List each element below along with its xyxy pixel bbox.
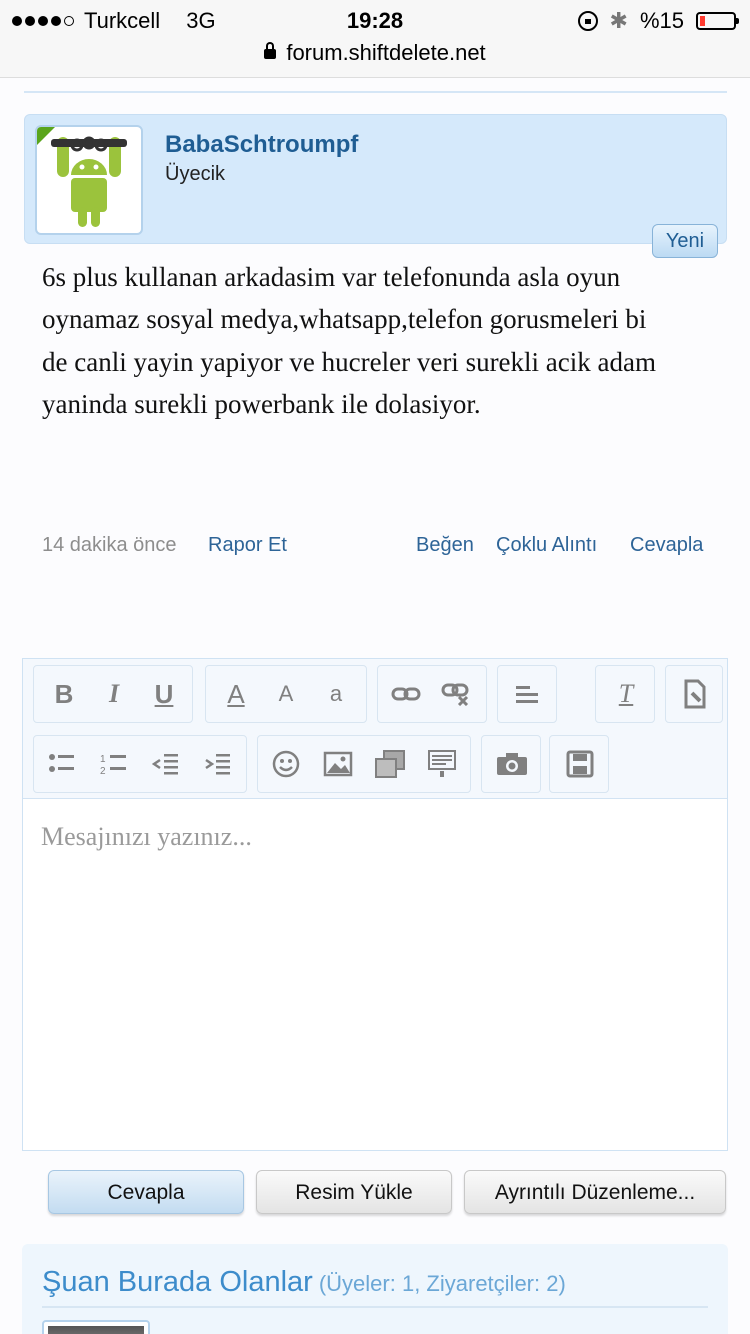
rotation-lock-icon — [577, 11, 598, 31]
post-time: 14 dakika önce — [42, 534, 177, 556]
bold-button[interactable]: B — [42, 666, 86, 722]
svg-text:2: 2 — [100, 766, 106, 776]
save-group — [549, 735, 609, 793]
camera-group — [481, 735, 541, 793]
reply-link[interactable]: Cevapla — [630, 534, 703, 557]
online-counts: (Üyeler: 1, Ziyaretçiler: 2) — [318, 1271, 566, 1296]
upload-image-button[interactable]: Resim Yükle — [256, 1170, 452, 1214]
remove-format-button[interactable]: T — [604, 666, 648, 722]
url-bar[interactable]: forum.shiftdelete.net — [0, 40, 750, 78]
source-icon[interactable] — [673, 666, 717, 722]
avatar-corner-ribbon — [37, 127, 57, 147]
font-color-button[interactable]: A — [214, 666, 258, 722]
link-group — [377, 665, 487, 723]
bullet-list-icon[interactable] — [40, 736, 84, 792]
post-username[interactable]: BabaSchtroumpf — [165, 131, 358, 159]
italic-button[interactable]: I — [92, 666, 136, 722]
user-title: Üyecik — [165, 163, 226, 185]
battery-percent: %15 — [639, 8, 684, 33]
report-link[interactable]: Rapor Et — [208, 534, 287, 557]
post-message: 6s plus kullanan arkadasim var telefonun… — [42, 262, 656, 419]
svg-text:1: 1 — [100, 754, 106, 765]
new-badge: Yeni — [652, 224, 718, 258]
avatar[interactable] — [35, 125, 143, 235]
secure-lock-icon — [264, 42, 277, 59]
remove-format-group: T — [595, 665, 655, 723]
align-left-icon[interactable] — [506, 666, 550, 722]
url-text[interactable]: forum.shiftdelete.net — [286, 40, 485, 65]
online-heading[interactable]: Şuan Burada Olanlar — [42, 1266, 313, 1298]
bluetooth-icon: ✱ — [609, 8, 628, 33]
battery-icon — [696, 12, 739, 30]
advanced-edit-button[interactable]: Ayrıntılı Düzenleme... — [464, 1170, 726, 1214]
save-draft-icon[interactable] — [558, 736, 602, 792]
post-header: BabaSchtroumpf Üyecik — [24, 114, 727, 244]
online-users-section: Şuan Burada Olanlar (Üyeler: 1, Ziyaretçi… — [22, 1244, 728, 1334]
image-icon[interactable] — [316, 736, 360, 792]
insert-group — [257, 735, 471, 793]
unlink-icon[interactable] — [434, 666, 478, 722]
multi-quote-link[interactable]: Çoklu Alıntı — [496, 534, 597, 557]
status-right: ✱ %15 — [577, 8, 739, 34]
message-placeholder: Mesajınızı yazınız... — [41, 822, 252, 851]
reply-button[interactable]: Cevapla — [48, 1170, 244, 1214]
text-style-group: B I U — [33, 665, 193, 723]
section-divider — [24, 91, 727, 93]
online-title: Şuan Burada Olanlar (Üyeler: 1, Ziyaretçi… — [42, 1266, 566, 1299]
quote-block-icon[interactable] — [420, 736, 464, 792]
numbered-list-icon[interactable]: 12 — [92, 736, 136, 792]
media-icon[interactable] — [368, 736, 412, 792]
align-group — [497, 665, 557, 723]
online-divider — [42, 1306, 708, 1308]
online-user-avatar[interactable] — [42, 1320, 150, 1334]
source-group — [665, 665, 723, 723]
underline-button[interactable]: U — [142, 666, 186, 722]
editor-toolbar: B I U A A a T 1 2 — [23, 659, 727, 799]
list-group: 12 — [33, 735, 247, 793]
font-group: A A a — [205, 665, 367, 723]
indent-icon[interactable] — [196, 736, 240, 792]
like-link[interactable]: Beğen — [416, 534, 474, 557]
status-bar: Turkcell 3G 19:28 ✱ %15 — [0, 0, 750, 40]
font-size-button[interactable]: A — [264, 666, 308, 722]
smiley-icon[interactable] — [264, 736, 308, 792]
link-icon[interactable] — [384, 666, 428, 722]
font-family-button[interactable]: a — [314, 666, 358, 722]
message-input[interactable]: Mesajınızı yazınız... — [23, 800, 727, 1150]
reply-editor: B I U A A a T 1 2 Mesajınızı yazınız... — [22, 658, 728, 1151]
camera-icon[interactable] — [490, 736, 534, 792]
outdent-icon[interactable] — [144, 736, 188, 792]
